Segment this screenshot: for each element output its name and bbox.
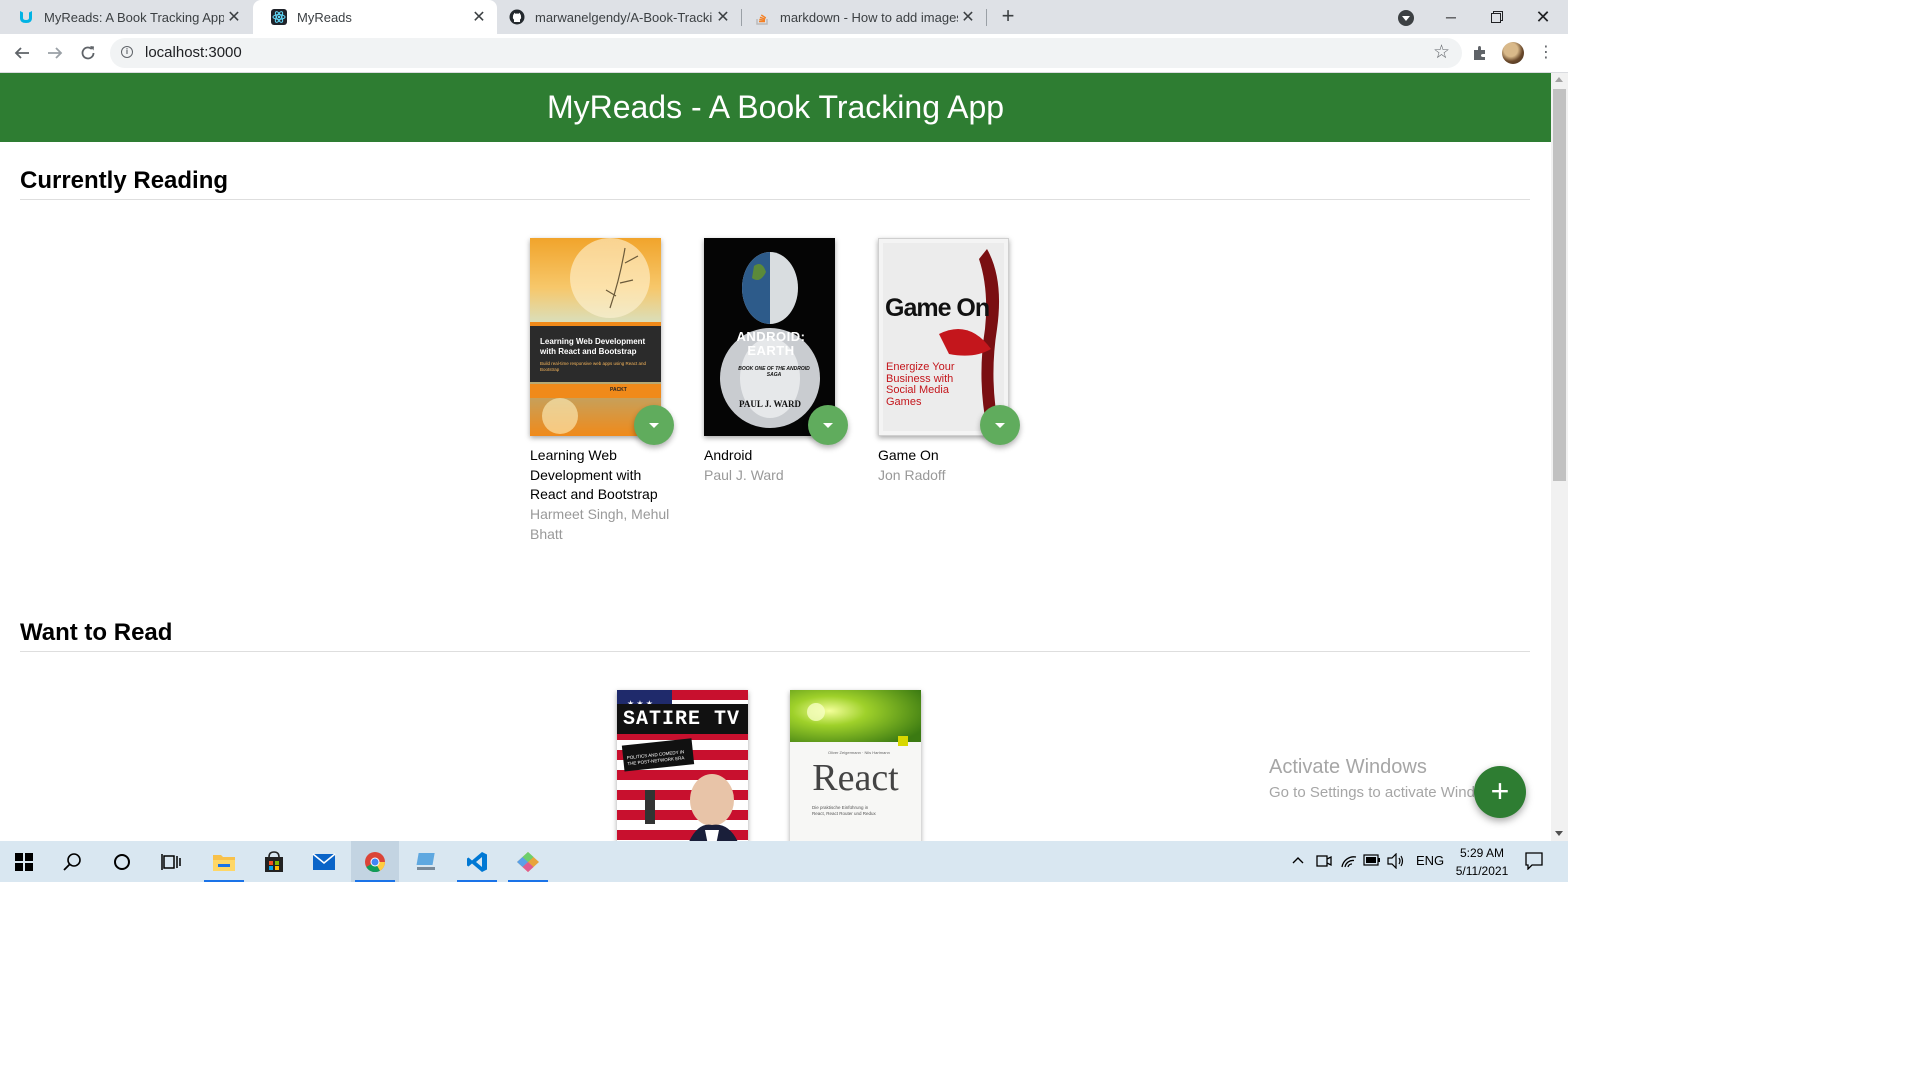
network-icon[interactable] bbox=[1340, 853, 1358, 872]
vscode-icon[interactable] bbox=[453, 841, 501, 882]
mail-icon[interactable] bbox=[300, 841, 348, 882]
minimize-button[interactable]: ─ bbox=[1428, 0, 1474, 34]
back-icon[interactable] bbox=[10, 41, 34, 65]
git-kraken-icon[interactable] bbox=[504, 841, 552, 882]
volume-icon[interactable] bbox=[1387, 852, 1405, 872]
forward-icon[interactable] bbox=[43, 41, 67, 65]
close-tab-icon[interactable]: ✕ bbox=[469, 7, 489, 27]
github-icon bbox=[509, 9, 525, 25]
tab-myreads-udacity[interactable]: MyReads: A Book Tracking App - ✕ bbox=[0, 0, 252, 34]
input-language-indicator[interactable]: ENG bbox=[1416, 853, 1444, 868]
windows-taskbar: ENG 5:29 AM 5/11/2021 bbox=[0, 841, 1568, 882]
tab-title: marwanelgendy/A-Book-Tracking bbox=[535, 9, 713, 25]
book-authors: Paul J. Ward bbox=[704, 467, 784, 483]
cover-author: PAUL J. WARD bbox=[739, 399, 801, 409]
profile-avatar[interactable] bbox=[1502, 42, 1524, 64]
activate-windows-hint: Go to Settings to activate Windows. bbox=[1269, 784, 1506, 801]
scroll-down-arrow-icon[interactable] bbox=[1555, 831, 1563, 836]
cover-title: Game On bbox=[885, 294, 990, 322]
book-cover[interactable]: Oliver Zeigermann · Nils Hartmann React … bbox=[790, 690, 921, 841]
stackoverflow-icon bbox=[754, 9, 770, 25]
chrome-menu-icon[interactable]: ⋮ bbox=[1538, 43, 1554, 63]
scroll-up-arrow-icon[interactable] bbox=[1555, 77, 1563, 82]
add-book-button[interactable]: + bbox=[1474, 766, 1526, 818]
cover-subtitle: Die praktische Einführung in React, Reac… bbox=[812, 805, 876, 816]
udacity-icon bbox=[18, 9, 34, 25]
cover-subtitle: BOOK ONE OF THE ANDROID SAGA bbox=[738, 366, 810, 378]
activate-windows-heading: Activate Windows bbox=[1269, 756, 1427, 778]
shelf-divider bbox=[20, 199, 1530, 200]
task-view-icon[interactable] bbox=[147, 841, 195, 882]
url-text[interactable]: localhost:3000 bbox=[145, 44, 242, 61]
book-title: Game On bbox=[878, 447, 939, 463]
book-cover[interactable]: ANDROID: EARTH BOOK ONE OF THE ANDROID S… bbox=[704, 238, 835, 436]
clock-date: 5/11/2021 bbox=[1455, 864, 1509, 878]
page-scrollbar[interactable] bbox=[1551, 73, 1568, 841]
tab-title: markdown - How to add images bbox=[780, 9, 958, 25]
search-icon[interactable] bbox=[49, 841, 97, 882]
shelf-changer-button[interactable] bbox=[980, 405, 1020, 445]
restore-button[interactable] bbox=[1474, 0, 1520, 34]
tab-myreads[interactable]: MyReads ✕ bbox=[253, 0, 497, 34]
tab-title: MyReads: A Book Tracking App - bbox=[44, 9, 224, 25]
action-center-icon[interactable] bbox=[1525, 852, 1543, 873]
shelf-changer-button[interactable] bbox=[634, 405, 674, 445]
react-icon bbox=[271, 9, 287, 25]
cover-subtitle: Energize Your Business with Social Media… bbox=[886, 361, 955, 408]
microsoft-store-icon[interactable] bbox=[250, 841, 298, 882]
cover-title: ANDROID: EARTH bbox=[736, 329, 806, 358]
reload-icon[interactable] bbox=[76, 41, 100, 65]
cover-title: Learning Web Development with React and … bbox=[540, 337, 646, 356]
book-cover[interactable]: Learning Web Development with React and … bbox=[530, 238, 661, 436]
book-cover[interactable]: Game On Energize Your Business with Soci… bbox=[878, 238, 1009, 436]
cover-subtitle: Build real-time responsive web apps usin… bbox=[540, 361, 647, 372]
book-authors: Jon Radoff bbox=[878, 467, 946, 483]
browser-toolbar: i localhost:3000 ☆ ⋮ bbox=[0, 34, 1568, 73]
tab-title: MyReads bbox=[297, 9, 352, 25]
chrome-icon[interactable] bbox=[351, 841, 399, 882]
book-authors: Harmeet Singh, Mehul Bhatt bbox=[530, 506, 670, 542]
file-explorer-icon[interactable] bbox=[200, 841, 248, 882]
battery-icon[interactable] bbox=[1363, 854, 1381, 869]
bookmark-star-icon[interactable]: ☆ bbox=[1433, 41, 1450, 64]
close-window-button[interactable]: ✕ bbox=[1520, 0, 1566, 34]
tab-github[interactable]: marwanelgendy/A-Book-Tracking ✕ bbox=[497, 0, 741, 34]
show-hidden-icons-chevron-icon[interactable] bbox=[1292, 852, 1304, 867]
scrollbar-thumb[interactable] bbox=[1553, 89, 1566, 481]
address-bar[interactable]: i localhost:3000 ☆ bbox=[110, 38, 1462, 68]
new-tab-button[interactable]: + bbox=[996, 4, 1020, 28]
clock-time: 5:29 AM bbox=[1459, 846, 1505, 860]
cover-authors: Oliver Zeigermann · Nils Hartmann bbox=[828, 750, 890, 755]
tab-divider bbox=[986, 9, 987, 26]
tab-search-icon[interactable] bbox=[1398, 10, 1414, 26]
close-tab-icon[interactable]: ✕ bbox=[958, 7, 978, 27]
taskbar-clock[interactable]: 5:29 AM 5/11/2021 bbox=[1446, 844, 1518, 880]
browser-tab-strip: MyReads: A Book Tracking App - ✕ MyReads… bbox=[0, 0, 1568, 34]
close-tab-icon[interactable]: ✕ bbox=[713, 7, 733, 27]
shelf-title-currently-reading: Currently Reading bbox=[20, 167, 229, 194]
page-viewport: MyReads - A Book Tracking App Currently … bbox=[0, 73, 1551, 841]
extensions-icon[interactable] bbox=[1468, 41, 1492, 65]
app-header-title: MyReads - A Book Tracking App bbox=[0, 73, 1551, 142]
cover-publisher: PACKT bbox=[610, 387, 627, 393]
windows-start-icon[interactable] bbox=[0, 841, 48, 882]
book-cover[interactable]: ★ ★ ★ SATIRE TV POLITICS AND COMEDY IN T… bbox=[617, 690, 748, 841]
meet-now-icon[interactable] bbox=[1316, 853, 1332, 872]
close-tab-icon[interactable]: ✕ bbox=[224, 7, 244, 27]
remote-desktop-icon[interactable] bbox=[402, 841, 450, 882]
book-title: Android bbox=[704, 447, 753, 463]
cover-title: React bbox=[812, 757, 899, 799]
shelf-divider bbox=[20, 651, 1530, 652]
tab-stackoverflow[interactable]: markdown - How to add images ✕ bbox=[742, 0, 986, 34]
site-info-icon[interactable]: i bbox=[121, 46, 133, 58]
shelf-title-want-to-read: Want to Read bbox=[20, 619, 173, 646]
book-title: Learning Web Development with React and … bbox=[530, 447, 658, 502]
cover-title: SATIRE TV bbox=[623, 708, 741, 731]
shelf-changer-button[interactable] bbox=[808, 405, 848, 445]
cortana-icon[interactable] bbox=[98, 841, 146, 882]
